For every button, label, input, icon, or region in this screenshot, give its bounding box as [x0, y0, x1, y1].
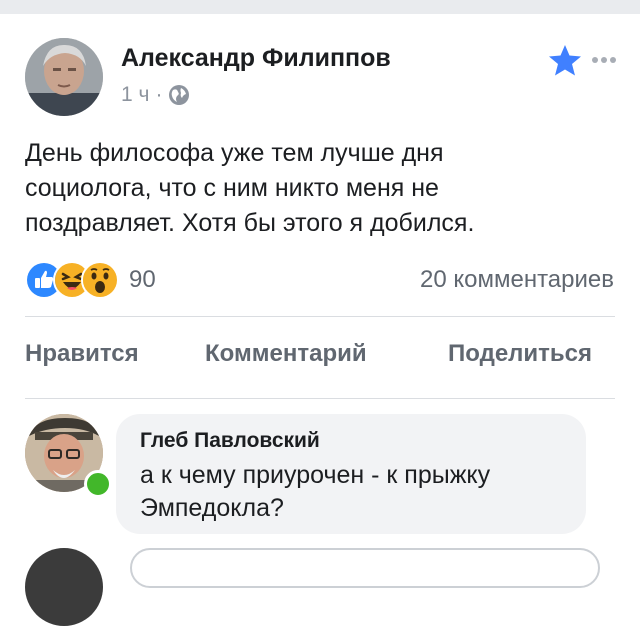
post-text-line: поздравляет. Хотя бы этого я добился.	[25, 209, 475, 237]
post-text-line: социолога, что с ним никто меня не	[25, 174, 439, 202]
divider	[25, 398, 615, 399]
share-button[interactable]: Поделиться	[448, 340, 592, 368]
post-time[interactable]: 1 ч	[121, 83, 149, 107]
post-text-line: День философа уже тем лучше дня	[25, 139, 444, 167]
divider	[25, 316, 615, 317]
commenter-name[interactable]: Глеб Павловский	[140, 429, 562, 453]
author-name[interactable]: Александр Филиппов	[121, 44, 391, 73]
post-meta: 1 ч ·	[121, 82, 190, 108]
like-button[interactable]: Нравится	[25, 340, 139, 368]
comment-text: а к чему приурочен - к прыжку Эмпедокла?	[140, 459, 562, 525]
author-avatar[interactable]	[25, 38, 103, 116]
top-strip	[0, 0, 640, 14]
comment-input-field[interactable]	[130, 548, 600, 588]
globe-icon[interactable]	[168, 84, 190, 106]
post-text: День философа уже тем лучше дня социолог…	[25, 136, 625, 241]
reactions-summary[interactable]: 90	[25, 261, 156, 299]
comment-button[interactable]: Комментарий	[205, 340, 367, 368]
more-icon[interactable]	[591, 56, 617, 64]
comments-count-link[interactable]: 20 комментариев	[420, 266, 614, 294]
comment-text-line: Эмпедокла?	[140, 494, 284, 522]
online-status-dot	[84, 470, 112, 498]
comment-bubble: Глеб Павловский а к чему приурочен - к п…	[116, 414, 586, 534]
meta-separator: ·	[155, 83, 163, 106]
next-comment-avatar[interactable]	[25, 548, 103, 626]
comment-text-line: а к чему приурочен - к прыжку	[140, 461, 491, 489]
star-icon[interactable]	[548, 44, 582, 76]
reaction-count[interactable]: 90	[129, 266, 156, 294]
wow-icon	[81, 261, 119, 299]
